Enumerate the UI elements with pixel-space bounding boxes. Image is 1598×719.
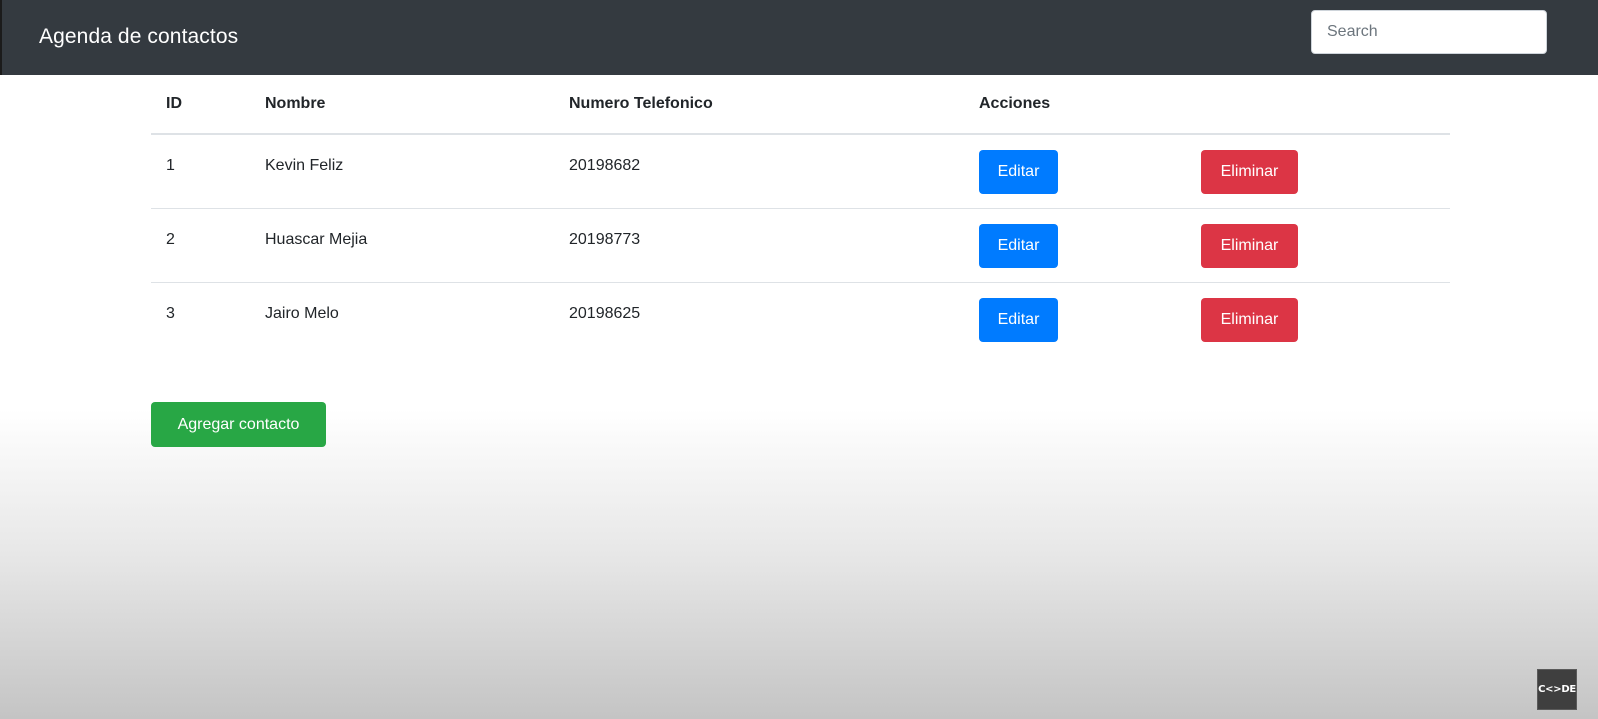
header-actions: Acciones xyxy=(964,75,1186,135)
header-row: ID Nombre Numero Telefonico Acciones xyxy=(151,75,1450,135)
cell-phone: 20198682 xyxy=(569,157,641,174)
header-actions-extra xyxy=(1186,75,1450,135)
search-input[interactable] xyxy=(1311,10,1547,54)
cell-phone: 20198625 xyxy=(554,281,964,356)
contacts-table: ID Nombre Numero Telefonico Acciones 1 K… xyxy=(151,75,1450,356)
edit-button[interactable]: Editar xyxy=(979,297,1058,342)
cell-id: 3 xyxy=(151,281,250,356)
contacts-table-container: ID Nombre Numero Telefonico Acciones 1 K… xyxy=(151,75,1450,356)
app-title[interactable]: Agenda de contactos xyxy=(39,25,238,49)
header-name: Nombre xyxy=(250,75,554,135)
table-row: 2 Huascar Mejia 20198773 Editar Eliminar xyxy=(151,207,1450,282)
cell-phone: 20198773 xyxy=(554,207,964,282)
cell-name: Jairo Melo xyxy=(250,281,554,356)
header-phone: Numero Telefonico xyxy=(554,75,964,135)
edit-button[interactable]: Editar xyxy=(979,223,1058,268)
cell-edit: Editar xyxy=(964,207,1186,282)
table-body: 1 Kevin Feliz 20198682 Editar Eliminar 2… xyxy=(151,134,1450,356)
cell-name: Kevin Feliz xyxy=(265,157,344,174)
cell-delete: Eliminar xyxy=(1186,207,1450,282)
add-contact-button[interactable]: Agregar contacto xyxy=(151,402,326,447)
table-header: ID Nombre Numero Telefonico Acciones xyxy=(151,75,1450,135)
cell-edit: Editar xyxy=(964,281,1186,356)
delete-button[interactable]: Eliminar xyxy=(1201,297,1298,342)
cell-id: 1 xyxy=(166,157,175,174)
cell-delete: Eliminar xyxy=(1186,281,1450,356)
delete-button[interactable]: Eliminar xyxy=(1201,150,1298,194)
delete-button[interactable]: Eliminar xyxy=(1201,223,1298,268)
edit-button[interactable]: Editar xyxy=(979,150,1058,194)
table-row: 1 Kevin Feliz 20198682 Editar Eliminar xyxy=(151,134,1450,208)
cell-name: Huascar Mejia xyxy=(250,207,554,282)
header-id: ID xyxy=(151,75,250,135)
cell-id: 2 xyxy=(151,207,250,282)
navbar: Agenda de contactos xyxy=(0,0,1598,75)
cell-delete: Eliminar xyxy=(1186,134,1450,208)
page: Agenda de contactos ID Nombre Numero Tel… xyxy=(0,0,1598,719)
table-row: 3 Jairo Melo 20198625 Editar Eliminar xyxy=(151,281,1450,356)
code-logo-icon: C<>DE xyxy=(1537,669,1577,710)
cell-edit: Editar xyxy=(964,134,1186,208)
